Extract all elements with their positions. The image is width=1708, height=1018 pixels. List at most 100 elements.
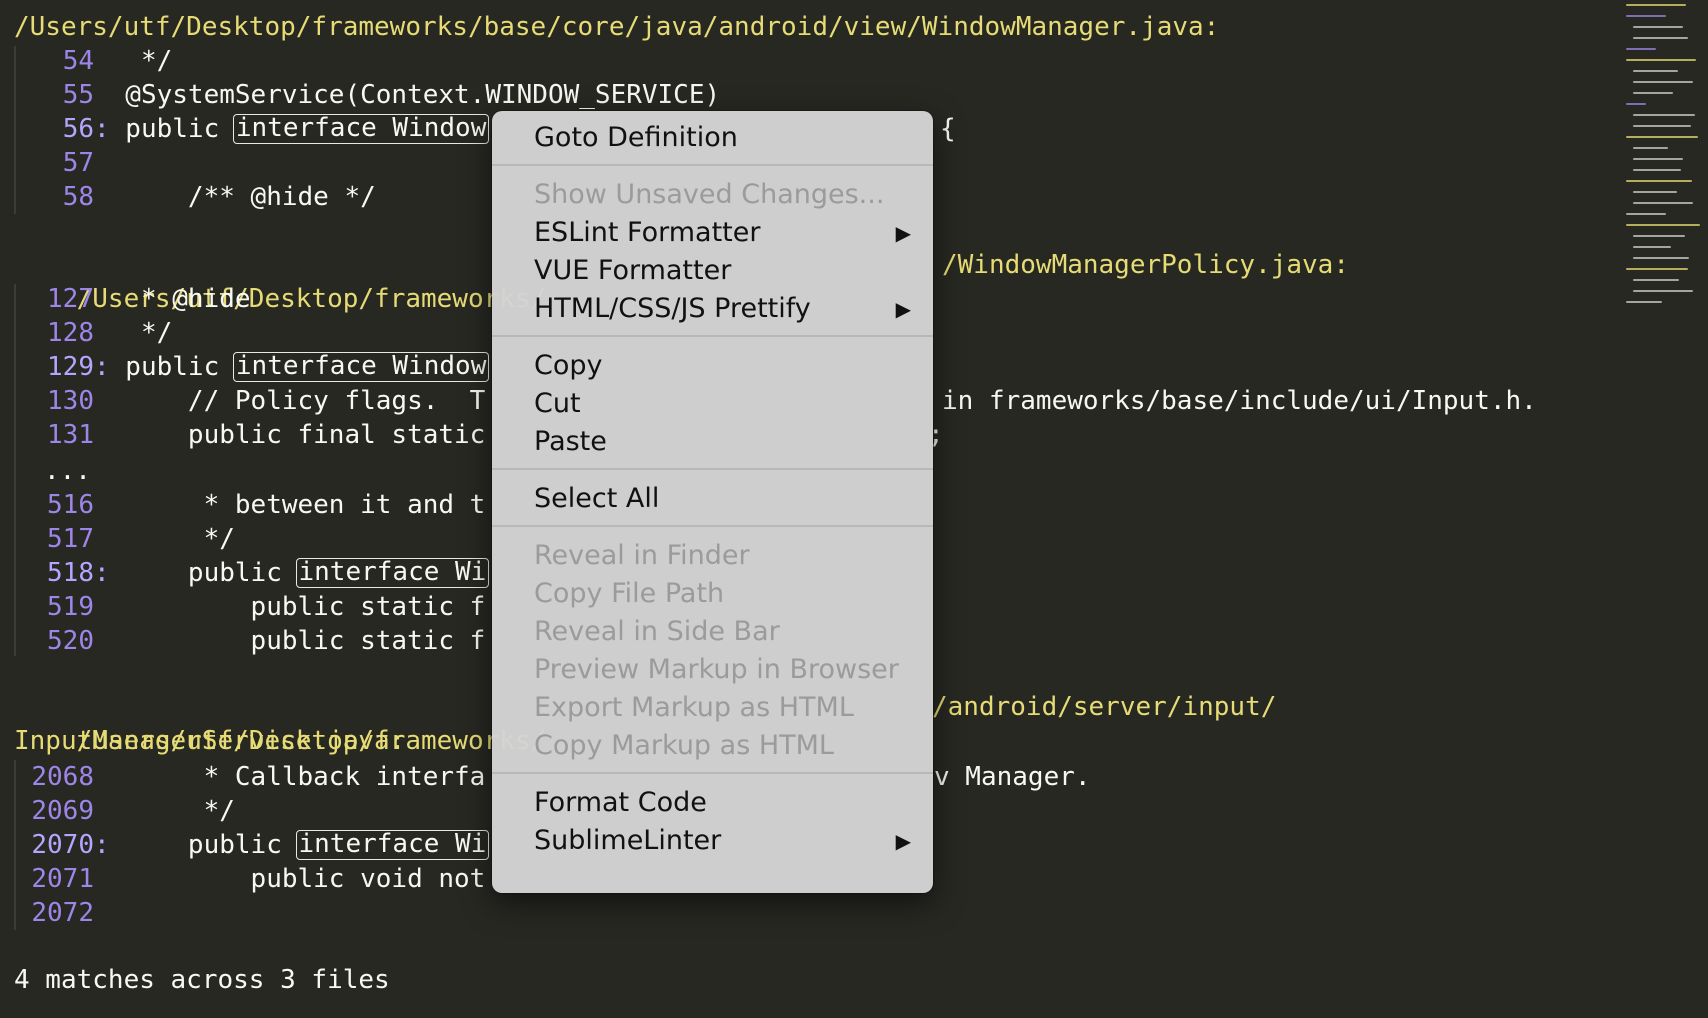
- submenu-arrow-icon: ▶: [895, 297, 911, 321]
- result-line[interactable]: 127 * @hide: [14, 282, 251, 316]
- menu-item-label: Export Markup as HTML: [534, 692, 854, 723]
- minimap-line: [1633, 37, 1688, 39]
- line-number: 2071: [31, 864, 94, 894]
- minimap-line: [1626, 59, 1696, 61]
- file-path-window-manager[interactable]: /Users/utf/Desktop/frameworks/base/core/…: [14, 10, 1219, 44]
- match-highlight[interactable]: interface Wi: [295, 830, 490, 860]
- result-line[interactable]: 518: public interface Wi: [14, 556, 490, 590]
- minimap-line: [1633, 147, 1668, 149]
- minimap[interactable]: [1625, 0, 1708, 330]
- menu-item-eslint-formatter[interactable]: ESLint Formatter ▶: [492, 214, 933, 252]
- result-line[interactable]: 129: public interface Window: [14, 350, 490, 384]
- code-text: @SystemService(Context.WINDOW_SERVICE): [109, 80, 721, 110]
- result-line[interactable]: 131 public final static: [14, 418, 485, 452]
- line-separator: [94, 316, 110, 350]
- minimap-line: [1626, 301, 1662, 303]
- result-line[interactable]: 128 */: [14, 316, 172, 350]
- code-text: // Policy flags. T: [109, 386, 486, 416]
- result-line[interactable]: 516 * between it and t: [14, 488, 485, 522]
- line-separator: :: [94, 558, 110, 588]
- code-tail: in frameworks/base/include/ui/Input.h.: [942, 386, 1537, 416]
- menu-item-label: SublimeLinter: [534, 825, 722, 856]
- menu-item-label: Reveal in Side Bar: [534, 616, 780, 647]
- line-separator: [94, 760, 110, 794]
- code-text: * between it and t: [109, 490, 486, 520]
- code-text: public: [109, 558, 298, 588]
- menu-item-label: VUE Formatter: [534, 255, 732, 286]
- menu-separator: [492, 468, 933, 470]
- minimap-line: [1633, 70, 1678, 72]
- line-separator: :: [94, 352, 110, 382]
- line-separator: [94, 146, 110, 180]
- menu-item-sublimelinter[interactable]: SublimeLinter ▶: [492, 822, 933, 860]
- line-number: 129: [47, 352, 94, 382]
- minimap-line: [1633, 81, 1693, 83]
- minimap-line: [1626, 136, 1698, 138]
- line-number: 55: [62, 80, 94, 110]
- result-line[interactable]: 517 */: [14, 522, 235, 556]
- line-number: 128: [47, 318, 94, 348]
- line-separator: [94, 384, 110, 418]
- menu-item-format-code[interactable]: Format Code: [492, 784, 933, 822]
- code-text: public final static: [109, 420, 486, 450]
- result-line[interactable]: 2068 * Callback interfa: [14, 760, 485, 794]
- submenu-arrow-icon: ▶: [895, 829, 911, 853]
- menu-item-show-unsaved-changes: Show Unsaved Changes...: [492, 176, 933, 214]
- result-line[interactable]: 520 public static f: [14, 624, 485, 658]
- minimap-line: [1633, 158, 1683, 160]
- result-line[interactable]: 2070: public interface Wi: [14, 828, 490, 862]
- menu-item-select-all[interactable]: Select All: [492, 480, 933, 518]
- line-number: 58: [62, 182, 94, 212]
- result-line[interactable]: 57: [14, 146, 110, 180]
- file-path-window-manager-policy[interactable]: /Users/utf/Desktop/frameworks/: [14, 248, 547, 314]
- minimap-line: [1633, 191, 1677, 193]
- menu-item-preview-markup-in-browser: Preview Markup in Browser: [492, 651, 933, 689]
- minimap-line: [1633, 26, 1683, 28]
- menu-item-goto-definition[interactable]: Goto Definition: [492, 119, 933, 157]
- line-separator: [94, 862, 110, 896]
- result-line[interactable]: 2069 */: [14, 794, 235, 828]
- menu-item-vue-formatter[interactable]: VUE Formatter: [492, 252, 933, 290]
- result-line[interactable]: 55 @SystemService(Context.WINDOW_SERVICE…: [14, 78, 720, 112]
- menu-item-label: Copy: [534, 350, 603, 381]
- menu-item-cut[interactable]: Cut: [492, 385, 933, 423]
- file-path-second-line[interactable]: InputManagerService.java:: [14, 724, 405, 758]
- code-tail: {: [940, 114, 956, 144]
- menu-item-label: Paste: [534, 426, 607, 457]
- result-line[interactable]: 56: public interface Window: [14, 112, 490, 146]
- menu-item-copy[interactable]: Copy: [492, 347, 933, 385]
- menu-separator: [492, 772, 933, 774]
- menu-item-copy-markup-as-html: Copy Markup as HTML: [492, 727, 933, 765]
- result-line[interactable]: 2071 public void not: [14, 862, 485, 896]
- result-line[interactable]: 519 public static f: [14, 590, 485, 624]
- minimap-line: [1626, 180, 1692, 182]
- line-separator: [94, 44, 110, 78]
- minimap-line: [1626, 4, 1686, 6]
- line-separator: [94, 418, 110, 452]
- match-highlight[interactable]: interface Window: [232, 114, 490, 144]
- line-separator: :: [94, 114, 110, 144]
- line-number: 2069: [31, 796, 94, 826]
- menu-item-html-css-js-prettify[interactable]: HTML/CSS/JS Prettify ▶: [492, 290, 933, 328]
- line-separator: :: [94, 830, 110, 860]
- menu-item-label: Format Code: [534, 787, 707, 818]
- menu-item-label: Preview Markup in Browser: [534, 654, 899, 685]
- minimap-line: [1633, 202, 1693, 204]
- line-separator: [94, 180, 110, 214]
- result-line[interactable]: 54 */: [14, 44, 173, 78]
- result-line[interactable]: 130 // Policy flags. T: [14, 384, 485, 418]
- match-highlight[interactable]: interface Window: [232, 352, 490, 382]
- result-line[interactable]: 2072: [14, 896, 110, 930]
- menu-item-label: ESLint Formatter: [534, 217, 761, 248]
- menu-item-reveal-in-finder: Reveal in Finder: [492, 537, 933, 575]
- code-text: public void not: [109, 864, 486, 894]
- code-tail: v Manager.: [934, 762, 1091, 792]
- match-highlight[interactable]: interface Wi: [295, 558, 490, 588]
- menu-separator: [492, 164, 933, 166]
- file-path-input-manager-service[interactable]: /Users/utf/Desktop/frameworks/: [14, 690, 547, 756]
- menu-item-label: Copy Markup as HTML: [534, 730, 834, 761]
- line-separator: [94, 896, 110, 930]
- result-line[interactable]: 58 /** @hide */: [14, 180, 376, 214]
- menu-item-paste[interactable]: Paste: [492, 423, 933, 461]
- line-separator: [94, 488, 110, 522]
